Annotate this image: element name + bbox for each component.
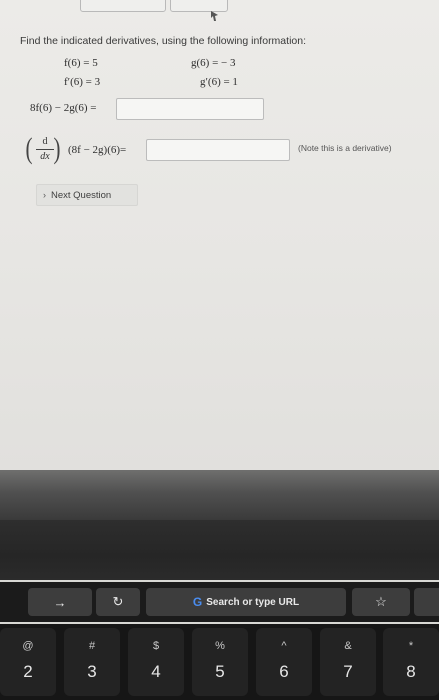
key-4[interactable]: $ 4 — [128, 628, 184, 696]
reload-icon[interactable]: ↻ — [96, 588, 140, 616]
key-6[interactable]: ^ 6 — [256, 628, 312, 696]
instructions-text: Find the indicated derivatives, using th… — [20, 35, 306, 47]
derivative-operator: d dx — [36, 136, 54, 163]
touchbar-edge-button[interactable] — [414, 588, 439, 616]
given-f6: f(6) = 5 — [64, 57, 98, 69]
key-7[interactable]: & 7 — [320, 628, 376, 696]
derivative-numerator: d — [42, 136, 48, 147]
browser-screen: Find the indicated derivatives, using th… — [0, 0, 439, 470]
key-2[interactable]: @ 2 — [0, 628, 56, 696]
search-url-label: Search or type URL — [206, 596, 300, 608]
laptop-bezel — [0, 470, 439, 520]
question2-answer-input[interactable] — [146, 139, 290, 161]
question1-expression: 8f(6) − 2g(6) = — [30, 102, 97, 114]
given-g6: g(6) = − 3 — [191, 57, 236, 69]
key-8[interactable]: * 8 — [383, 628, 439, 696]
star-icon[interactable]: ☆ — [352, 588, 410, 616]
chevron-right-icon: › — [43, 190, 46, 200]
given-fprime6: f′(6) = 3 — [64, 76, 101, 88]
question2-function-expression: (8f − 2g)(6)= — [68, 144, 127, 156]
derivative-note: (Note this is a derivative) — [298, 143, 392, 153]
right-paren: ) — [53, 132, 61, 165]
mouse-cursor-icon — [211, 11, 218, 21]
given-gprime6: g′(6) = 1 — [200, 76, 238, 88]
next-question-button[interactable]: › Next Question — [36, 184, 138, 206]
search-url-button[interactable]: G Search or type URL — [146, 588, 346, 616]
key-5[interactable]: % 5 — [192, 628, 248, 696]
top-tab-left[interactable] — [80, 0, 166, 12]
google-g-icon: G — [192, 595, 203, 609]
derivative-denominator: dx — [40, 151, 50, 162]
laptop-hinge — [0, 520, 439, 580]
left-paren: ( — [25, 132, 33, 165]
arrow-right-icon[interactable]: → — [28, 588, 92, 616]
key-3[interactable]: # 3 — [64, 628, 120, 696]
question1-answer-input[interactable] — [116, 98, 264, 120]
next-question-label: Next Question — [51, 189, 112, 201]
